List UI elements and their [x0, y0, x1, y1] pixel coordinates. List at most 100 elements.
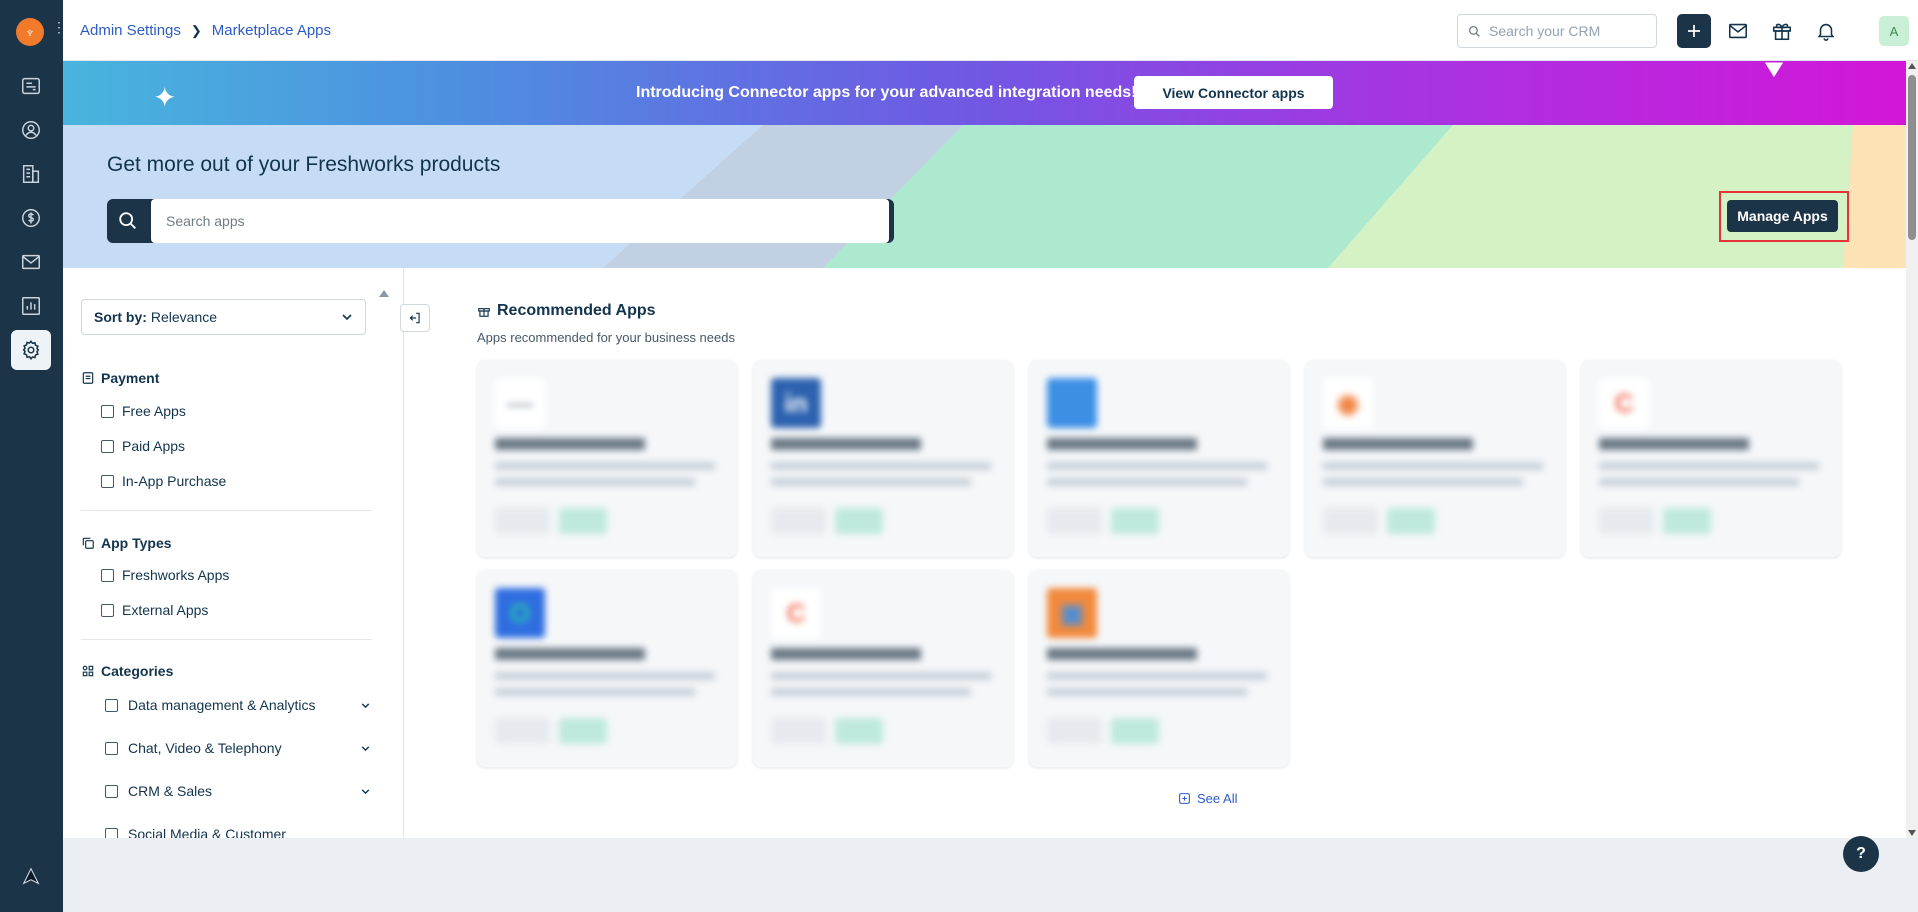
app-description	[771, 688, 971, 696]
breadcrumb: Admin Settings ❯ Marketplace Apps	[80, 22, 331, 39]
app-price-chip	[1111, 718, 1159, 744]
crm-search-input[interactable]	[1489, 23, 1649, 39]
app-card-preview: O	[477, 570, 737, 767]
chevron-down-icon[interactable]	[359, 785, 372, 798]
crm-search-box[interactable]	[1457, 14, 1657, 48]
filter-in-app-purchase[interactable]: In-App Purchase	[101, 473, 226, 489]
filters-scroll-up[interactable]	[379, 290, 389, 297]
divider	[81, 639, 372, 640]
nav-settings-icon[interactable]	[11, 330, 51, 370]
app-price-chip	[1387, 508, 1435, 534]
scroll-up-arrow[interactable]	[1908, 63, 1916, 69]
app-card[interactable]: O	[477, 570, 737, 767]
crm-sales-checkbox[interactable]	[105, 784, 118, 798]
freshworks-logo[interactable]: ♆	[16, 18, 44, 46]
app-card[interactable]: ◉	[1305, 360, 1565, 557]
nav-deals-icon[interactable]	[11, 198, 51, 238]
filter-free-apps[interactable]: Free Apps	[101, 403, 186, 419]
manage-apps-button[interactable]: Manage Apps	[1727, 200, 1838, 232]
app-description	[1323, 478, 1523, 486]
app-description	[1047, 462, 1267, 470]
app-card[interactable]: ▣	[1029, 570, 1289, 767]
app-card[interactable]: in	[753, 360, 1013, 557]
filter-external-apps[interactable]: External Apps	[101, 602, 208, 618]
hero-title: Get more out of your Freshworks products	[107, 153, 501, 176]
nav-contacts-icon[interactable]	[11, 110, 51, 150]
page-scrollbar[interactable]	[1906, 61, 1918, 838]
apps-search-box[interactable]: Search apps	[107, 199, 894, 243]
app-price-chip	[835, 508, 883, 534]
bell-icon[interactable]	[1813, 18, 1839, 44]
app-card-preview: ▣	[1029, 570, 1289, 767]
nav-accounts-icon[interactable]	[11, 154, 51, 194]
paid-apps-checkbox[interactable]	[101, 439, 114, 453]
app-card[interactable]: —	[477, 360, 737, 557]
nav-reports-icon[interactable]	[11, 286, 51, 326]
app-description	[1323, 462, 1543, 470]
recommended-apps-heading: Recommended Apps	[477, 302, 656, 320]
data-management-checkbox[interactable]	[105, 698, 118, 712]
chat-video-checkbox[interactable]	[105, 741, 118, 755]
app-card[interactable]: C	[753, 570, 1013, 767]
app-rating-chip	[1047, 508, 1102, 534]
app-price-chip	[559, 718, 607, 744]
nav-inbox-icon[interactable]	[11, 242, 51, 282]
mail-icon[interactable]	[1725, 18, 1751, 44]
app-rating-chip	[771, 508, 826, 534]
app-description	[495, 462, 715, 470]
app-name	[1047, 648, 1197, 660]
app-price-chip	[1111, 508, 1159, 534]
marketplace-hero: Get more out of your Freshworks products…	[63, 125, 1908, 268]
app-description	[771, 672, 991, 680]
in-app-purchase-checkbox[interactable]	[101, 474, 114, 488]
social-media-checkbox[interactable]	[105, 827, 118, 838]
quick-create-button[interactable]	[1677, 14, 1711, 48]
app-name	[1599, 438, 1749, 450]
breadcrumb-marketplace-apps[interactable]: Marketplace Apps	[212, 22, 331, 39]
app-rating-chip	[495, 508, 550, 534]
app-card[interactable]	[1029, 360, 1289, 557]
plus-square-icon	[1179, 793, 1190, 804]
marketplace-content: Sort by: Relevance Payment Free Apps Pai…	[63, 268, 1908, 838]
chevron-down-icon	[342, 314, 352, 321]
view-connector-apps-button[interactable]: View Connector apps	[1134, 76, 1333, 109]
app-name	[495, 648, 645, 660]
app-card-preview: C	[1581, 360, 1841, 557]
app-rating-chip	[1323, 508, 1378, 534]
chevron-down-icon[interactable]	[359, 699, 372, 712]
app-description	[1047, 672, 1267, 680]
breadcrumb-admin-settings[interactable]: Admin Settings	[80, 22, 181, 39]
app-rating-chip	[771, 718, 826, 744]
filter-freshworks-apps[interactable]: Freshworks Apps	[101, 567, 229, 583]
sort-select[interactable]: Sort by: Relevance	[81, 299, 366, 335]
user-avatar[interactable]: A	[1879, 16, 1909, 46]
app-card-preview: C	[753, 570, 1013, 767]
external-apps-checkbox[interactable]	[101, 603, 114, 617]
gift-icon[interactable]	[1769, 18, 1795, 44]
filter-chat-video-telephony[interactable]: Chat, Video & Telephony	[105, 740, 372, 756]
connector-banner: ✦ Introducing Connector apps for your ad…	[63, 61, 1908, 125]
filter-paid-apps[interactable]: Paid Apps	[101, 438, 185, 454]
chevron-down-icon[interactable]	[359, 742, 372, 755]
nav-dashboard-icon[interactable]	[11, 66, 51, 106]
see-all-link[interactable]: See All	[1178, 791, 1237, 806]
freddy-ai-icon[interactable]	[20, 866, 42, 893]
filter-crm-sales[interactable]: CRM & Sales	[105, 783, 372, 799]
freshworks-apps-checkbox[interactable]	[101, 568, 114, 582]
filter-data-management[interactable]: Data management & Analytics	[105, 697, 372, 713]
app-card[interactable]: C	[1581, 360, 1841, 557]
apps-search-input[interactable]: Search apps	[151, 199, 889, 243]
help-button[interactable]: ?	[1843, 836, 1879, 872]
scrollbar-thumb[interactable]	[1908, 75, 1916, 240]
app-name	[771, 648, 921, 660]
app-card-preview: in	[753, 360, 1013, 557]
app-rating-chip	[1599, 508, 1654, 534]
collapse-filters-button[interactable]	[400, 304, 430, 332]
app-logo	[1047, 378, 1097, 428]
filter-social-media[interactable]: Social Media & Customer	[105, 826, 372, 838]
app-name	[495, 438, 645, 450]
scroll-down-arrow[interactable]	[1908, 830, 1916, 836]
plus-icon	[1688, 25, 1700, 37]
free-apps-checkbox[interactable]	[101, 404, 114, 418]
app-description	[771, 478, 971, 486]
